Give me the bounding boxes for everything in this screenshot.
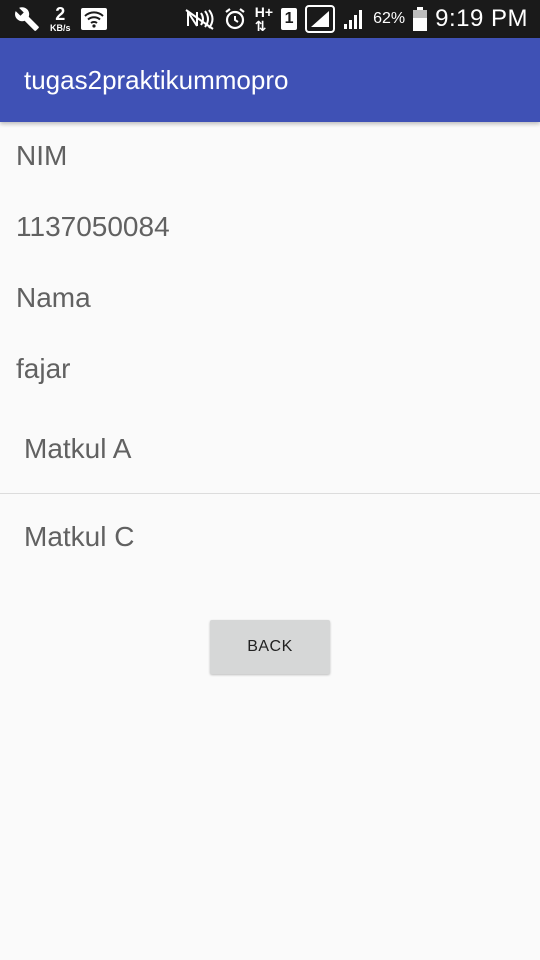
signal-icon [343,8,365,30]
nim-label: NIM [16,140,68,171]
matkul-item-c[interactable]: Matkul C [24,521,134,553]
app-bar: tugas2praktikummopro [0,38,540,122]
data-arrows-icon: ⇅ [254,18,267,34]
status-bar: 2 KB/s H+ ⇅ 1 62% 9:19 PM [0,0,540,38]
network-type: H+ ⇅ [255,5,273,33]
wifi-icon [80,7,107,31]
nim-value: 1137050084 [16,211,170,242]
back-button[interactable]: BACK [210,620,330,674]
status-bar-right: H+ ⇅ 1 62% 9:19 PM [185,0,528,38]
app-title: tugas2praktikummopro [24,65,289,95]
status-bar-left: 2 KB/s [14,0,107,38]
network-speed-unit: KB/s [50,23,71,33]
status-clock: 9:19 PM [435,5,528,32]
alarm-icon [223,7,247,31]
battery-percent: 62% [373,10,406,27]
battery-icon [413,7,428,31]
sim-slot-badge: 1 [281,8,298,30]
signal-icon [305,5,336,33]
wrench-icon [14,6,40,32]
network-speed: 2 KB/s [50,5,71,33]
nama-label: Nama [16,282,91,313]
nama-value: fajar [16,353,71,384]
network-speed-value: 2 [55,4,66,24]
nfc-icon [185,8,215,30]
list-divider [0,493,540,494]
matkul-item-a[interactable]: Matkul A [24,433,131,465]
